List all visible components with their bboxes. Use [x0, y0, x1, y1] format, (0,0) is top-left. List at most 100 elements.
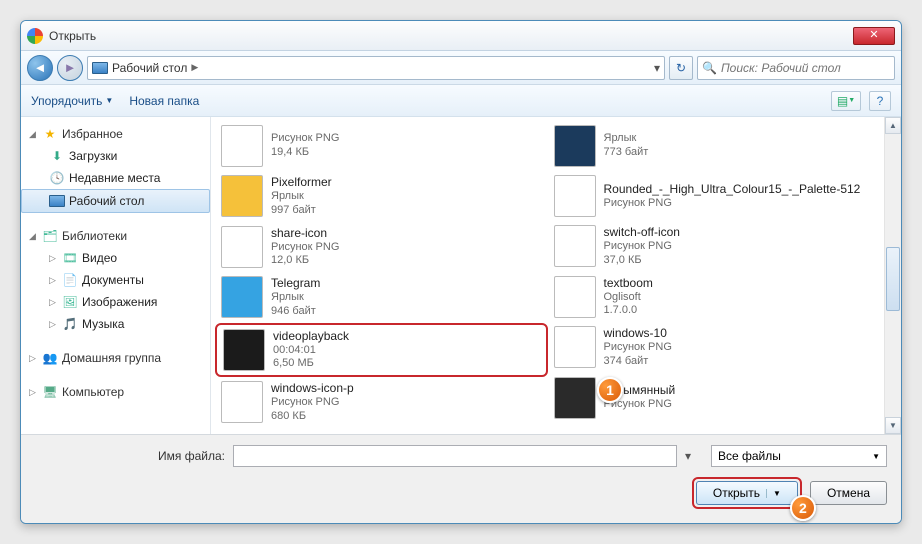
titlebar[interactable]: Открыть ✕: [21, 21, 901, 51]
music-icon: 🎵: [62, 316, 78, 332]
file-item[interactable]: share-icon Рисунок PNG 12,0 КБ: [215, 222, 548, 273]
breadcrumb-arrow-icon[interactable]: ▶: [191, 62, 198, 73]
file-item[interactable]: Rounded_-_High_Ultra_Colour15_-_Palette-…: [548, 171, 881, 221]
file-name: switch-off-icon: [604, 225, 680, 240]
desktop-icon: [92, 62, 108, 74]
split-dropdown-icon[interactable]: ▼: [766, 489, 781, 498]
nav-bar: ◄ ► Рабочий стол ▶ ▾ ↻ 🔍: [21, 51, 901, 85]
open-button-highlight: Открыть ▼ 2: [692, 477, 802, 509]
sidebar-homegroup[interactable]: ▷ 👥 Домашняя группа: [21, 347, 210, 369]
scroll-down-button[interactable]: ▼: [885, 417, 901, 434]
file-thumbnail-icon: [221, 226, 263, 268]
filename-dropdown-icon[interactable]: ▾: [685, 449, 703, 463]
download-icon: ⬇: [49, 148, 65, 164]
file-type-filter[interactable]: Все файлы ▼: [711, 445, 887, 467]
collapse-icon[interactable]: ◢: [29, 231, 38, 242]
file-name: Pixelformer: [271, 175, 332, 190]
file-type: 00:04:01: [273, 344, 349, 358]
file-item[interactable]: windows-icon-p Рисунок PNG 680 КБ: [215, 377, 548, 428]
address-bar[interactable]: Рабочий стол ▶ ▾: [87, 56, 665, 80]
file-size: 12,0 КБ: [271, 254, 339, 268]
sidebar-item-music[interactable]: ▷ 🎵 Музыка: [21, 313, 210, 335]
chevron-down-icon: ▼: [872, 452, 880, 461]
expand-icon[interactable]: ▷: [29, 353, 38, 364]
file-thumbnail-icon: [221, 125, 263, 167]
sidebar-favorites[interactable]: ◢ ★ Избранное: [21, 123, 210, 145]
sidebar-item-pictures[interactable]: ▷ 🖼 Изображения: [21, 291, 210, 313]
file-thumbnail-icon: [554, 377, 596, 419]
scroll-up-button[interactable]: ▲: [885, 117, 901, 134]
file-thumbnail-icon: [554, 326, 596, 368]
organize-button[interactable]: Упорядочить▼: [31, 94, 113, 108]
sidebar-item-downloads[interactable]: ⬇ Загрузки: [21, 145, 210, 167]
file-name: textboom: [604, 276, 653, 291]
file-type: Рисунок PNG: [604, 341, 672, 355]
file-thumbnail-icon: [221, 175, 263, 217]
expand-icon[interactable]: ▷: [49, 319, 58, 330]
expand-icon[interactable]: ▷: [49, 275, 58, 286]
file-type: Ярлык: [271, 291, 320, 305]
file-name: share-icon: [271, 226, 339, 241]
file-thumbnail-icon: [554, 276, 596, 318]
toolbar: Упорядочить▼ Новая папка ▤ ▼ ?: [21, 85, 901, 117]
file-item[interactable]: switch-off-icon Рисунок PNG 37,0 КБ: [548, 221, 881, 272]
sidebar-item-desktop[interactable]: Рабочий стол: [21, 189, 210, 213]
file-item[interactable]: windows-10 Рисунок PNG 374 байт: [548, 322, 881, 373]
file-item[interactable]: Pixelformer Ярлык 997 байт: [215, 171, 548, 222]
star-icon: ★: [42, 126, 58, 142]
file-item[interactable]: Рисунок PNG 19,4 КБ: [215, 121, 548, 171]
file-size: 19,4 КБ: [271, 146, 339, 160]
cancel-button[interactable]: Отмена: [810, 481, 887, 505]
file-item[interactable]: textboom Oglisoft 1.7.0.0: [548, 272, 881, 323]
address-dropdown-icon[interactable]: ▾: [654, 61, 660, 75]
file-size: 946 байт: [271, 305, 320, 319]
back-button[interactable]: ◄: [27, 55, 53, 81]
file-size: 773 байт: [604, 146, 649, 160]
file-item[interactable]: Ярлык 773 байт: [548, 121, 881, 171]
vertical-scrollbar[interactable]: ▲ ▼: [884, 117, 901, 434]
file-type: Oglisoft: [604, 291, 653, 305]
refresh-button[interactable]: ↻: [669, 56, 693, 80]
file-thumbnail-icon: [221, 276, 263, 318]
file-item[interactable]: videoplayback 00:04:01 6,50 МБ: [215, 323, 548, 378]
file-name: windows-10: [604, 326, 672, 341]
expand-icon[interactable]: ▷: [49, 297, 58, 308]
sidebar-item-video[interactable]: ▷ 🎞 Видео: [21, 247, 210, 269]
expand-icon[interactable]: ▷: [29, 387, 38, 398]
pictures-icon: 🖼: [62, 294, 78, 310]
breadcrumb-location[interactable]: Рабочий стол: [112, 61, 187, 75]
file-thumbnail-icon: [221, 381, 263, 423]
search-input[interactable]: [721, 61, 890, 75]
new-folder-button[interactable]: Новая папка: [129, 94, 199, 108]
close-button[interactable]: ✕: [853, 27, 895, 45]
file-size: 374 байт: [604, 355, 672, 369]
open-button[interactable]: Открыть ▼: [696, 481, 798, 505]
collapse-icon[interactable]: ◢: [29, 129, 38, 140]
file-type: Рисунок PNG: [604, 197, 861, 211]
expand-icon[interactable]: ▷: [49, 253, 58, 264]
annotation-badge-1: 1: [597, 377, 623, 403]
file-type: Ярлык: [271, 190, 332, 204]
scroll-thumb[interactable]: [886, 247, 900, 311]
dialog-body: ◢ ★ Избранное ⬇ Загрузки 🕓 Недавние мест…: [21, 117, 901, 434]
chrome-icon: [27, 28, 43, 44]
file-size: 37,0 КБ: [604, 254, 680, 268]
sidebar-item-recent[interactable]: 🕓 Недавние места: [21, 167, 210, 189]
sidebar-item-documents[interactable]: ▷ 📄 Документы: [21, 269, 210, 291]
forward-button[interactable]: ►: [57, 55, 83, 81]
file-list[interactable]: Рисунок PNG 19,4 КБ Pixelformer Ярлык 99…: [211, 117, 884, 434]
help-button[interactable]: ?: [869, 91, 891, 111]
scroll-track[interactable]: [885, 134, 901, 417]
search-box[interactable]: 🔍: [697, 56, 895, 80]
homegroup-icon: 👥: [42, 350, 58, 366]
filename-input[interactable]: [233, 445, 677, 467]
sidebar-libraries[interactable]: ◢ 🗂 Библиотеки: [21, 225, 210, 247]
file-item[interactable]: Безымянный Рисунок PNG: [548, 373, 881, 423]
file-item[interactable]: Telegram Ярлык 946 байт: [215, 272, 548, 323]
desktop-icon: [49, 193, 65, 209]
file-size: 6,50 МБ: [273, 357, 349, 371]
file-type: Рисунок PNG: [271, 132, 339, 146]
dialog-footer: Имя файла: ▾ Все файлы ▼ Открыть ▼ 2 Отм…: [21, 434, 901, 523]
sidebar-computer[interactable]: ▷ 🖥 Компьютер: [21, 381, 210, 403]
view-mode-button[interactable]: ▤ ▼: [831, 91, 861, 111]
